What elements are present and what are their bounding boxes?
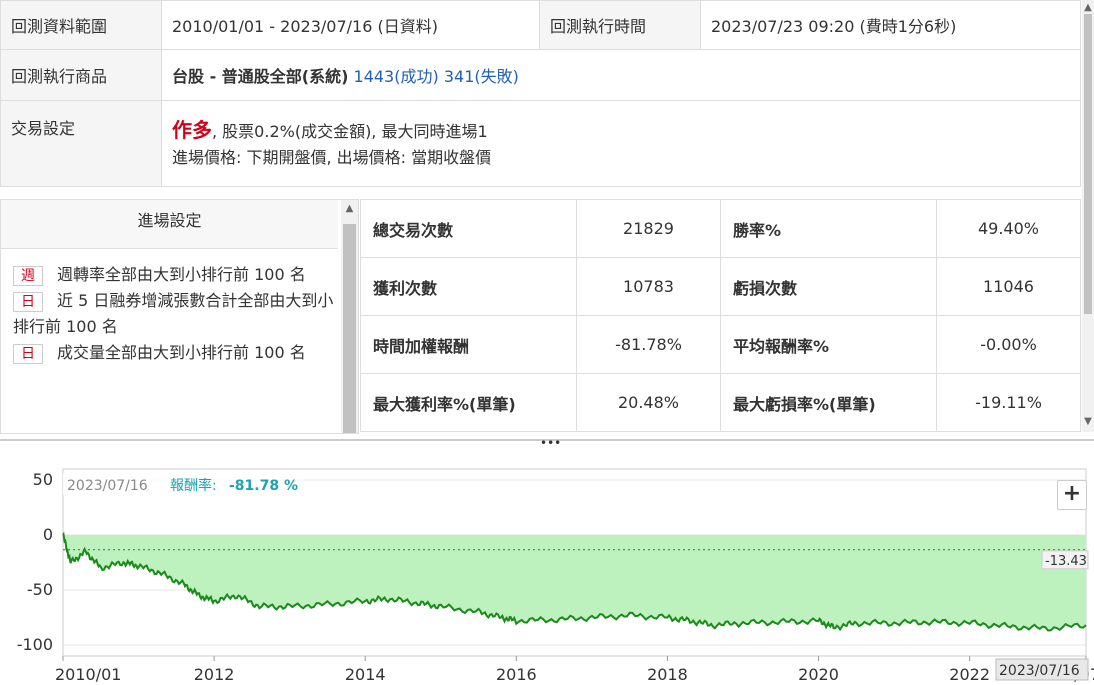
condition-text: 近 5 日融券增減張數合計全部由大到小排行前 100 名: [13, 291, 334, 336]
exec-time-value: 2023/07/23 09:20 (費時1分6秒): [700, 0, 1081, 50]
cursor-date-label: 2023/07/16: [995, 658, 1089, 681]
range-value: 2010/01/01 - 2023/07/16 (日資料): [161, 0, 540, 50]
y-tick-label: 0: [43, 525, 53, 544]
x-tick-label: 2022: [949, 665, 990, 684]
entry-condition: 週週轉率全部由大到小排行前 100 名: [13, 262, 338, 288]
chart-header-value: -81.78 %: [229, 478, 298, 494]
stat-label: 總交易次數: [360, 199, 577, 258]
x-tick-label: 2010/01: [55, 665, 121, 684]
product-value: 台股 - 普通股全部(系統) 1443(成功) 341(失敗): [161, 49, 1081, 101]
entry-settings-header: 進場設定: [1, 200, 338, 249]
frequency-tag: 日: [13, 344, 43, 364]
stat-value: -19.11%: [936, 373, 1081, 432]
product-fail-link[interactable]: 341(失敗): [444, 67, 519, 86]
backtest-info-table: 回測資料範圍 2010/01/01 - 2023/07/16 (日資料) 回測執…: [0, 0, 1081, 187]
product-label: 回測執行商品: [0, 49, 162, 101]
scroll-thumb[interactable]: [343, 224, 356, 433]
zoom-in-button[interactable]: +: [1057, 480, 1087, 510]
range-label: 回測資料範圍: [0, 0, 162, 50]
reference-value-label: -13.43: [1041, 550, 1089, 570]
stats-table: 總交易次數 21829 勝率% 49.40% 獲利次數 10783 虧損次數 1…: [360, 199, 1081, 432]
entry-condition: 日成交量全部由大到小排行前 100 名: [13, 340, 338, 366]
x-tick-label: 2012: [194, 665, 235, 684]
stat-value: 11046: [936, 257, 1081, 316]
stat-label: 虧損次數: [720, 257, 937, 316]
stat-label: 最大虧損率%(單筆): [720, 373, 937, 432]
stat-label: 勝率%: [720, 199, 937, 258]
stat-value: 21829: [576, 199, 721, 258]
scroll-up-icon[interactable]: ▲: [1082, 2, 1094, 13]
stat-label: 最大獲利率%(單筆): [360, 373, 577, 432]
trade-line1: , 股票0.2%(成交金額), 最大同時進場1: [212, 121, 488, 141]
stats-row: 時間加權報酬 -81.78% 平均報酬率% -0.00%: [360, 315, 1081, 374]
stats-row: 最大獲利率%(單筆) 20.48% 最大虧損率%(單筆) -19.11%: [360, 373, 1081, 432]
x-tick-label: 2016: [496, 665, 537, 684]
entry-condition: 日近 5 日融券增減張數合計全部由大到小排行前 100 名: [13, 288, 338, 340]
condition-text: 成交量全部由大到小排行前 100 名: [57, 343, 306, 362]
equity-curve-chart: 50 0 -50 -100 2010/01 2012 2014 2016 2018 2020 20…: [17, 468, 1094, 684]
scroll-down-icon[interactable]: ▼: [1082, 416, 1094, 427]
frequency-tag: 週: [13, 266, 43, 286]
stat-label: 獲利次數: [360, 257, 577, 316]
stat-value: 49.40%: [936, 199, 1081, 258]
info-scrollbar[interactable]: ▲ ▼: [1082, 0, 1094, 432]
stat-value: 20.48%: [576, 373, 721, 432]
stat-label: 時間加權報酬: [360, 315, 577, 374]
reference-value-text: -13.43: [1045, 554, 1087, 569]
entry-scrollbar[interactable]: ▲: [341, 200, 358, 433]
trade-label: 交易設定: [0, 100, 162, 187]
entry-condition-list: 週週轉率全部由大到小排行前 100 名 日近 5 日融券增減張數合計全部由大到小…: [13, 262, 338, 366]
chart-header-label: 報酬率:: [170, 477, 217, 494]
x-axis: 2010/012012201420162018202020222023/07: [55, 656, 1094, 684]
condition-text: 週轉率全部由大到小排行前 100 名: [57, 265, 306, 284]
trade-settings: 作多, 股票0.2%(成交金額), 最大同時進場1 進場價格: 下期開盤價, 出…: [161, 100, 1081, 187]
stat-value: -81.78%: [576, 315, 721, 374]
exec-time-label: 回測執行時間: [539, 0, 701, 50]
x-tick-label: 2018: [647, 665, 688, 684]
x-tick-label: 2020: [798, 665, 839, 684]
trade-direction: 作多: [172, 117, 212, 142]
entry-settings-panel: 進場設定 週週轉率全部由大到小排行前 100 名 日近 5 日融券增減張數合計全…: [0, 199, 359, 434]
x-tick-label: 2014: [345, 665, 386, 684]
stats-row: 獲利次數 10783 虧損次數 11046: [360, 257, 1081, 316]
stat-value: -0.00%: [936, 315, 1081, 374]
y-tick-label: -100: [17, 635, 53, 654]
scroll-up-icon[interactable]: ▲: [341, 203, 358, 214]
y-tick-label: 50: [33, 470, 53, 489]
stat-label: 平均報酬率%: [720, 315, 937, 374]
cursor-date-text: 2023/07/16: [999, 663, 1080, 679]
stat-value: 10783: [576, 257, 721, 316]
y-tick-label: -50: [27, 580, 53, 599]
stats-row: 總交易次數 21829 勝率% 49.40%: [360, 199, 1081, 258]
scroll-thumb[interactable]: [1084, 14, 1092, 314]
product-success-link[interactable]: 1443(成功): [354, 67, 439, 86]
frequency-tag: 日: [13, 292, 43, 312]
trade-line2: 進場價格: 下期開盤價, 出場價格: 當期收盤價: [172, 147, 492, 167]
chart-header-date: 2023/07/16: [67, 478, 148, 494]
product-name: 台股 - 普通股全部(系統): [172, 67, 349, 86]
